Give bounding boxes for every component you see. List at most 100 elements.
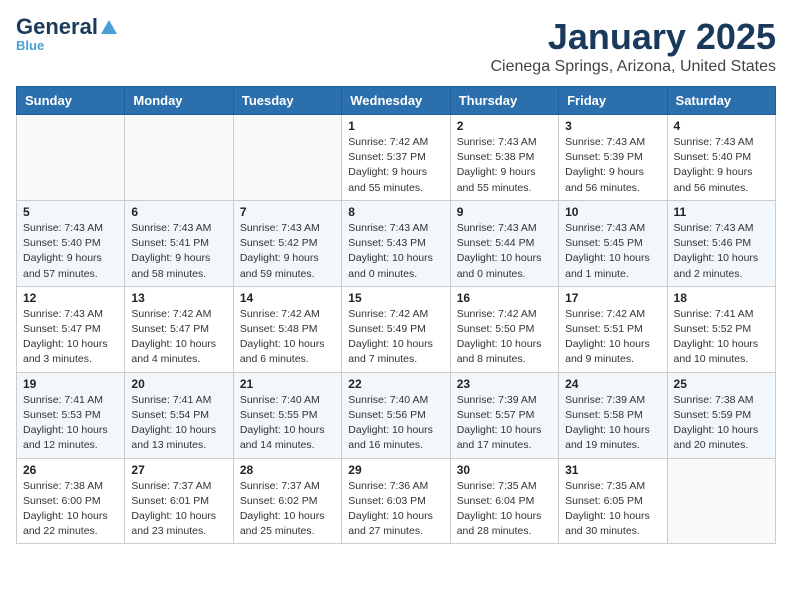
- day-number: 27: [131, 463, 226, 477]
- day-number: 18: [674, 291, 769, 305]
- day-content: Sunrise: 7:42 AMSunset: 5:49 PMDaylight:…: [348, 307, 443, 368]
- logo-general: General: [16, 16, 98, 38]
- logo: General Blue: [16, 16, 118, 53]
- day-number: 14: [240, 291, 335, 305]
- day-number: 26: [23, 463, 118, 477]
- day-content: Sunrise: 7:39 AMSunset: 5:58 PMDaylight:…: [565, 393, 660, 454]
- day-number: 22: [348, 377, 443, 391]
- day-number: 31: [565, 463, 660, 477]
- day-content: Sunrise: 7:40 AMSunset: 5:55 PMDaylight:…: [240, 393, 335, 454]
- column-header-tuesday: Tuesday: [233, 87, 341, 115]
- calendar-cell: 22 Sunrise: 7:40 AMSunset: 5:56 PMDayligh…: [342, 372, 450, 458]
- day-number: 29: [348, 463, 443, 477]
- calendar-cell: 1Sunrise: 7:42 AMSunset: 5:37 PMDaylight…: [342, 115, 450, 201]
- day-content: Sunrise: 7:42 AMSunset: 5:50 PMDaylight:…: [457, 307, 552, 368]
- month-title: January 2025: [491, 16, 777, 58]
- day-content: Sunrise: 7:40 AMSunset: 5:56 PMDaylight:…: [348, 393, 443, 454]
- calendar-cell: 30 Sunrise: 7:35 AMSunset: 6:04 PMDayligh…: [450, 458, 558, 544]
- calendar-cell: 20 Sunrise: 7:41 AMSunset: 5:54 PMDayligh…: [125, 372, 233, 458]
- calendar-cell: 27 Sunrise: 7:37 AMSunset: 6:01 PMDayligh…: [125, 458, 233, 544]
- calendar-cell: 15 Sunrise: 7:42 AMSunset: 5:49 PMDayligh…: [342, 286, 450, 372]
- calendar-cell: 4Sunrise: 7:43 AMSunset: 5:40 PMDaylight…: [667, 115, 775, 201]
- day-number: 15: [348, 291, 443, 305]
- calendar-cell: 2 Sunrise: 7:43 AMSunset: 5:38 PMDaylight…: [450, 115, 558, 201]
- calendar-cell: [125, 115, 233, 201]
- day-content: Sunrise: 7:43 AMSunset: 5:39 PMDaylight:…: [565, 135, 660, 196]
- day-content: Sunrise: 7:43 AMSunset: 5:45 PMDaylight:…: [565, 221, 660, 282]
- calendar-cell: 23 Sunrise: 7:39 AMSunset: 5:57 PMDayligh…: [450, 372, 558, 458]
- calendar-cell: [17, 115, 125, 201]
- day-number: 23: [457, 377, 552, 391]
- calendar-header-row: SundayMondayTuesdayWednesdayThursdayFrid…: [17, 87, 776, 115]
- day-content: Sunrise: 7:42 AMSunset: 5:47 PMDaylight:…: [131, 307, 226, 368]
- day-number: 7: [240, 205, 335, 219]
- column-header-sunday: Sunday: [17, 87, 125, 115]
- week-row-2: 5 Sunrise: 7:43 AMSunset: 5:40 PMDaylight…: [17, 200, 776, 286]
- day-number: 11: [674, 205, 769, 219]
- calendar-cell: 24Sunrise: 7:39 AMSunset: 5:58 PMDayligh…: [559, 372, 667, 458]
- day-number: 30: [457, 463, 552, 477]
- day-content: Sunrise: 7:38 AMSunset: 6:00 PMDaylight:…: [23, 479, 118, 540]
- column-header-wednesday: Wednesday: [342, 87, 450, 115]
- calendar-cell: 5 Sunrise: 7:43 AMSunset: 5:40 PMDaylight…: [17, 200, 125, 286]
- calendar-cell: 19Sunrise: 7:41 AMSunset: 5:53 PMDayligh…: [17, 372, 125, 458]
- day-content: Sunrise: 7:42 AMSunset: 5:51 PMDaylight:…: [565, 307, 660, 368]
- day-number: 2: [457, 119, 552, 133]
- week-row-4: 19Sunrise: 7:41 AMSunset: 5:53 PMDayligh…: [17, 372, 776, 458]
- day-number: 21: [240, 377, 335, 391]
- calendar-cell: 26 Sunrise: 7:38 AMSunset: 6:00 PMDayligh…: [17, 458, 125, 544]
- day-number: 5: [23, 205, 118, 219]
- day-content: Sunrise: 7:41 AMSunset: 5:54 PMDaylight:…: [131, 393, 226, 454]
- day-content: Sunrise: 7:43 AMSunset: 5:46 PMDaylight:…: [674, 221, 769, 282]
- calendar-cell: [667, 458, 775, 544]
- day-number: 12: [23, 291, 118, 305]
- day-content: Sunrise: 7:37 AMSunset: 6:02 PMDaylight:…: [240, 479, 335, 540]
- day-content: Sunrise: 7:43 AMSunset: 5:43 PMDaylight:…: [348, 221, 443, 282]
- logo-blue: Blue: [16, 38, 44, 53]
- calendar-cell: 25 Sunrise: 7:38 AMSunset: 5:59 PMDayligh…: [667, 372, 775, 458]
- column-header-saturday: Saturday: [667, 87, 775, 115]
- day-content: Sunrise: 7:39 AMSunset: 5:57 PMDaylight:…: [457, 393, 552, 454]
- day-number: 16: [457, 291, 552, 305]
- calendar-cell: 6Sunrise: 7:43 AMSunset: 5:41 PMDaylight…: [125, 200, 233, 286]
- day-number: 20: [131, 377, 226, 391]
- calendar-cell: 16 Sunrise: 7:42 AMSunset: 5:50 PMDayligh…: [450, 286, 558, 372]
- calendar-cell: 31Sunrise: 7:35 AMSunset: 6:05 PMDayligh…: [559, 458, 667, 544]
- day-content: Sunrise: 7:43 AMSunset: 5:40 PMDaylight:…: [23, 221, 118, 282]
- day-content: Sunrise: 7:36 AMSunset: 6:03 PMDaylight:…: [348, 479, 443, 540]
- day-content: Sunrise: 7:43 AMSunset: 5:44 PMDaylight:…: [457, 221, 552, 282]
- day-number: 3: [565, 119, 660, 133]
- calendar-cell: 28 Sunrise: 7:37 AMSunset: 6:02 PMDayligh…: [233, 458, 341, 544]
- calendar-cell: 9 Sunrise: 7:43 AMSunset: 5:44 PMDaylight…: [450, 200, 558, 286]
- calendar-cell: 8Sunrise: 7:43 AMSunset: 5:43 PMDaylight…: [342, 200, 450, 286]
- day-number: 19: [23, 377, 118, 391]
- page-header: General Blue January 2025 Cienega Spring…: [16, 16, 776, 76]
- day-content: Sunrise: 7:43 AMSunset: 5:42 PMDaylight:…: [240, 221, 335, 282]
- day-number: 10: [565, 205, 660, 219]
- day-content: Sunrise: 7:43 AMSunset: 5:38 PMDaylight:…: [457, 135, 552, 196]
- logo-triangle-icon: [100, 18, 118, 36]
- day-content: Sunrise: 7:43 AMSunset: 5:47 PMDaylight:…: [23, 307, 118, 368]
- day-content: Sunrise: 7:43 AMSunset: 5:41 PMDaylight:…: [131, 221, 226, 282]
- calendar-cell: 18Sunrise: 7:41 AMSunset: 5:52 PMDayligh…: [667, 286, 775, 372]
- title-block: January 2025 Cienega Springs, Arizona, U…: [491, 16, 777, 76]
- day-content: Sunrise: 7:35 AMSunset: 6:04 PMDaylight:…: [457, 479, 552, 540]
- calendar-cell: 3 Sunrise: 7:43 AMSunset: 5:39 PMDaylight…: [559, 115, 667, 201]
- column-header-friday: Friday: [559, 87, 667, 115]
- day-number: 9: [457, 205, 552, 219]
- calendar-table: SundayMondayTuesdayWednesdayThursdayFrid…: [16, 86, 776, 544]
- day-number: 13: [131, 291, 226, 305]
- day-content: Sunrise: 7:37 AMSunset: 6:01 PMDaylight:…: [131, 479, 226, 540]
- calendar-cell: 11 Sunrise: 7:43 AMSunset: 5:46 PMDayligh…: [667, 200, 775, 286]
- calendar-cell: 7 Sunrise: 7:43 AMSunset: 5:42 PMDaylight…: [233, 200, 341, 286]
- day-number: 28: [240, 463, 335, 477]
- week-row-1: 1Sunrise: 7:42 AMSunset: 5:37 PMDaylight…: [17, 115, 776, 201]
- day-number: 4: [674, 119, 769, 133]
- calendar-cell: 21 Sunrise: 7:40 AMSunset: 5:55 PMDayligh…: [233, 372, 341, 458]
- column-header-thursday: Thursday: [450, 87, 558, 115]
- calendar-cell: 10 Sunrise: 7:43 AMSunset: 5:45 PMDayligh…: [559, 200, 667, 286]
- day-number: 25: [674, 377, 769, 391]
- day-content: Sunrise: 7:38 AMSunset: 5:59 PMDaylight:…: [674, 393, 769, 454]
- column-header-monday: Monday: [125, 87, 233, 115]
- day-content: Sunrise: 7:42 AMSunset: 5:37 PMDaylight:…: [348, 135, 443, 196]
